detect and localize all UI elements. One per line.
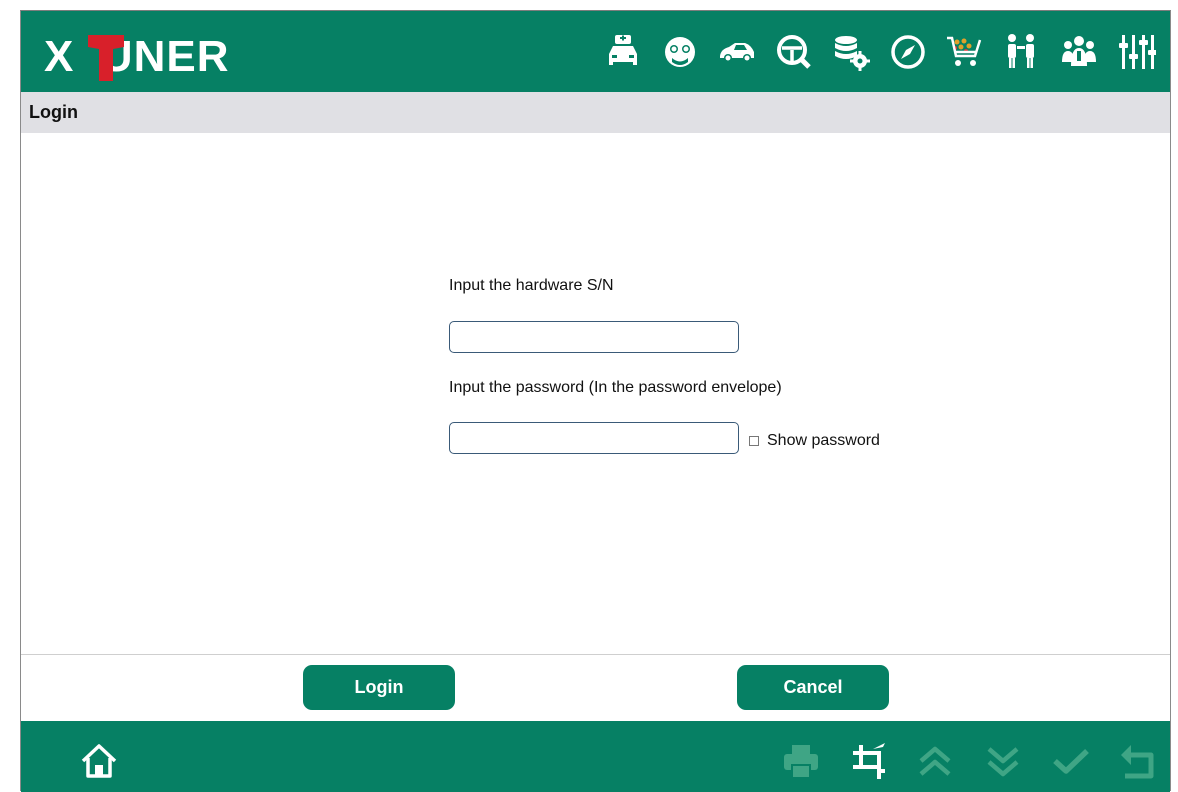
header-toolbar bbox=[588, 27, 1158, 77]
page-up-icon bbox=[915, 741, 955, 781]
cancel-button[interactable]: Cancel bbox=[737, 665, 889, 710]
show-password-label: Show password bbox=[767, 432, 880, 449]
back-icon bbox=[1117, 741, 1157, 781]
app-window: X UNER Login Input the hardware S/N Inpu… bbox=[20, 10, 1171, 792]
page-down-icon bbox=[983, 741, 1023, 781]
check-icon bbox=[1051, 741, 1091, 781]
logo-t-mark bbox=[88, 35, 124, 81]
page-title: Login bbox=[29, 102, 78, 122]
show-password-checkbox[interactable] bbox=[749, 436, 759, 446]
password-input[interactable] bbox=[449, 422, 739, 454]
home-icon[interactable] bbox=[79, 741, 119, 781]
shopping-cart-icon[interactable] bbox=[943, 30, 987, 74]
logo-text: X UNER bbox=[44, 32, 230, 81]
password-label: Input the password (In the password enve… bbox=[449, 379, 782, 396]
sn-label: Input the hardware S/N bbox=[449, 277, 614, 294]
page-title-bar: Login bbox=[21, 92, 1170, 133]
print-icon bbox=[781, 741, 821, 781]
car-icon[interactable] bbox=[715, 30, 759, 74]
footer-bar bbox=[21, 721, 1170, 792]
content-divider bbox=[21, 654, 1170, 655]
people-info-icon[interactable] bbox=[1000, 30, 1044, 74]
sn-input[interactable] bbox=[449, 321, 739, 353]
group-icon[interactable] bbox=[1057, 30, 1101, 74]
crop-icon[interactable] bbox=[849, 741, 889, 781]
show-password-toggle[interactable]: Show password bbox=[749, 432, 880, 450]
database-settings-icon[interactable] bbox=[829, 30, 873, 74]
steering-search-icon[interactable] bbox=[772, 30, 816, 74]
header-bar: X UNER bbox=[21, 11, 1170, 92]
mechanic-icon[interactable] bbox=[658, 30, 702, 74]
xtuner-logo: X UNER bbox=[44, 33, 284, 81]
compass-icon[interactable] bbox=[886, 30, 930, 74]
sliders-icon[interactable] bbox=[1114, 30, 1158, 74]
car-doctor-icon[interactable] bbox=[601, 30, 645, 74]
login-button[interactable]: Login bbox=[303, 665, 455, 710]
